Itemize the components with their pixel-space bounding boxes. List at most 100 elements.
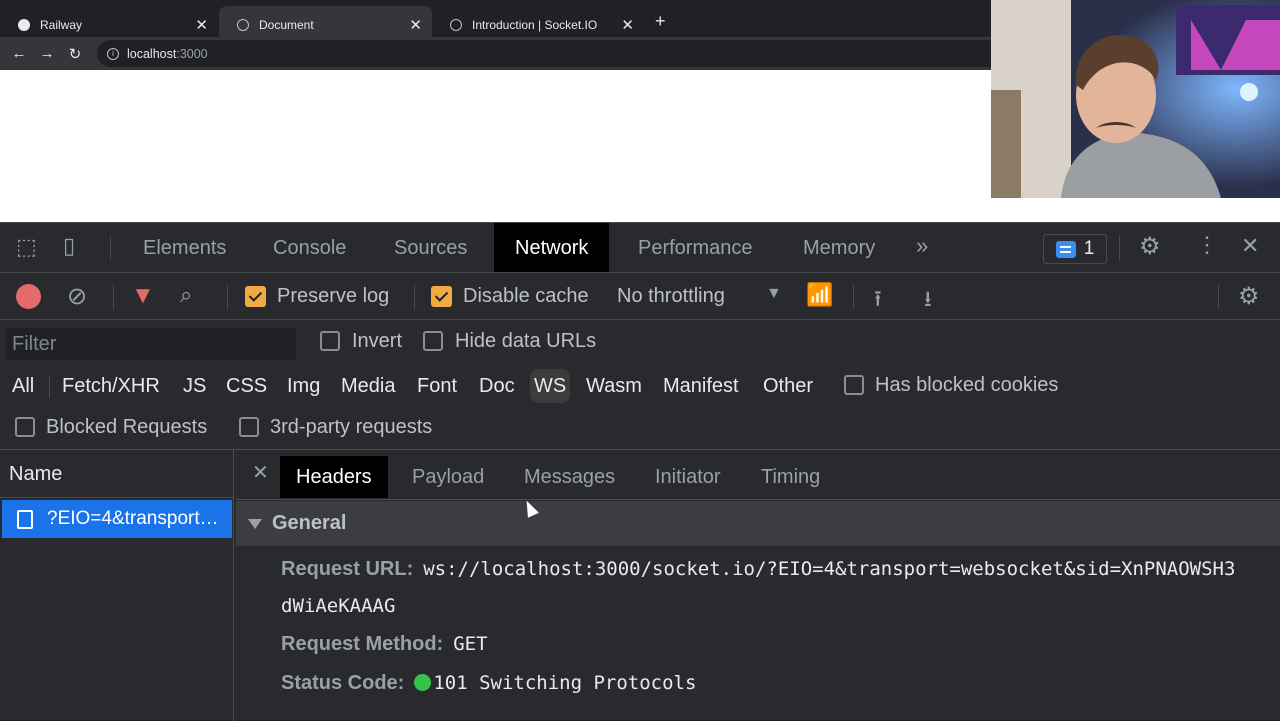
socketio-favicon-icon bbox=[450, 18, 462, 31]
more-options-icon[interactable]: ⋮ bbox=[1196, 232, 1218, 258]
device-toolbar-icon[interactable]: ▯ bbox=[63, 233, 75, 259]
type-filter-font[interactable]: Font bbox=[413, 369, 461, 403]
general-label: General bbox=[272, 512, 347, 534]
tab-memory[interactable]: Memory bbox=[782, 223, 896, 272]
chevron-down-icon[interactable]: ▼ bbox=[766, 285, 782, 303]
throttling-select[interactable]: No throttling bbox=[617, 285, 725, 308]
disable-cache-label: Disable cache bbox=[463, 285, 589, 307]
clear-icon[interactable]: ⊘ bbox=[67, 282, 87, 311]
type-filter-js[interactable]: JS bbox=[179, 369, 210, 403]
type-filter-wasm[interactable]: Wasm bbox=[582, 369, 646, 403]
browser-chrome: Railway ✕ Document ✕ Introduction | Sock… bbox=[0, 0, 991, 70]
tab-initiator[interactable]: Initiator bbox=[639, 456, 737, 498]
request-url-row: Request URL: ws://localhost:3000/socket.i… bbox=[281, 558, 1235, 581]
close-tab-icon[interactable]: ✕ bbox=[195, 16, 208, 34]
globe-icon bbox=[237, 18, 249, 31]
third-party-label: 3rd-party requests bbox=[270, 416, 433, 438]
divider bbox=[1119, 236, 1120, 260]
forward-icon[interactable]: → bbox=[33, 45, 61, 62]
request-name: ?EIO=4&transport=websocket&sid=XnPNAOWSH… bbox=[47, 508, 227, 529]
tab-console[interactable]: Console bbox=[252, 223, 367, 272]
divider bbox=[853, 285, 854, 309]
request-method-value: GET bbox=[453, 633, 488, 655]
third-party-checkbox[interactable] bbox=[239, 417, 259, 437]
type-filter-manifest[interactable]: Manifest bbox=[659, 369, 743, 403]
inspect-element-icon[interactable]: ⬚ bbox=[16, 234, 37, 260]
network-settings-gear-icon[interactable]: ⚙ bbox=[1238, 282, 1260, 311]
search-icon[interactable]: ⌕ bbox=[180, 282, 192, 308]
import-har-icon[interactable]: ⭱ bbox=[874, 282, 882, 320]
request-row[interactable]: ?EIO=4&transport=websocket&sid=XnPNAOWSH… bbox=[2, 500, 232, 538]
tab-timing[interactable]: Timing bbox=[745, 456, 836, 498]
tab-messages[interactable]: Messages bbox=[508, 456, 631, 498]
request-url-key: Request URL: bbox=[281, 558, 414, 580]
disable-cache-checkbox[interactable] bbox=[431, 286, 452, 307]
divider bbox=[113, 285, 114, 309]
close-tab-icon[interactable]: ✕ bbox=[409, 16, 422, 34]
reload-icon[interactable]: ↻ bbox=[61, 45, 89, 63]
divider bbox=[414, 285, 415, 309]
tab-headers[interactable]: Headers bbox=[280, 456, 388, 498]
close-detail-icon[interactable]: ✕ bbox=[252, 460, 269, 485]
record-icon[interactable] bbox=[16, 284, 41, 309]
type-filter-ws[interactable]: WS bbox=[530, 369, 571, 403]
preserve-log-label: Preserve log bbox=[277, 285, 390, 307]
type-filter-media[interactable]: Media bbox=[337, 369, 399, 403]
type-filter-other[interactable]: Other bbox=[759, 369, 817, 403]
status-code-row: Status Code: 101 Switching Protocols bbox=[281, 672, 696, 695]
name-column-header[interactable]: Name bbox=[0, 450, 233, 498]
railway-favicon-icon bbox=[18, 18, 30, 31]
new-tab-icon[interactable]: + bbox=[655, 11, 666, 32]
type-filter-all[interactable]: All bbox=[8, 369, 38, 403]
tab-label: Introduction | Socket.IO bbox=[472, 17, 598, 32]
has-blocked-cookies-label: Has blocked cookies bbox=[875, 374, 1059, 396]
tab-elements[interactable]: Elements bbox=[122, 223, 247, 272]
settings-gear-icon[interactable]: ⚙ bbox=[1139, 232, 1161, 261]
hide-data-urls-checkbox[interactable] bbox=[423, 331, 443, 351]
divider bbox=[227, 285, 228, 309]
triangle-down-icon bbox=[248, 518, 262, 529]
address-bar[interactable]: i localhost:3000 bbox=[97, 40, 991, 67]
type-filter-css[interactable]: CSS bbox=[222, 369, 271, 403]
close-tab-icon[interactable]: ✕ bbox=[621, 16, 634, 34]
site-info-icon[interactable]: i bbox=[107, 47, 119, 60]
issues-badge[interactable]: 1 bbox=[1043, 234, 1107, 264]
divider bbox=[1218, 285, 1219, 309]
hide-data-urls-label: Hide data URLs bbox=[455, 330, 597, 352]
request-url-continuation: dWiAeKAAAG bbox=[281, 595, 395, 618]
message-icon bbox=[1055, 240, 1076, 258]
preserve-log-checkbox[interactable] bbox=[245, 286, 266, 307]
back-icon[interactable]: ← bbox=[5, 45, 33, 62]
export-har-icon[interactable]: ⭳ bbox=[924, 282, 932, 320]
filter-icon[interactable]: ▼ bbox=[131, 282, 155, 310]
address-port: :3000 bbox=[176, 46, 208, 61]
network-toolbar: ⊘ ▼ ⌕ Preserve log Disable cache No thro… bbox=[0, 273, 1280, 320]
network-conditions-icon[interactable]: 📶 bbox=[806, 282, 833, 308]
tab-network[interactable]: Network bbox=[494, 223, 610, 272]
tab-sources[interactable]: Sources bbox=[373, 223, 488, 272]
websocket-file-icon bbox=[17, 509, 33, 529]
address-host: localhost bbox=[127, 46, 177, 61]
invert-checkbox[interactable] bbox=[320, 331, 340, 351]
request-method-row: Request Method: GET bbox=[281, 633, 488, 656]
blocked-requests-checkbox[interactable] bbox=[15, 417, 35, 437]
tab-payload[interactable]: Payload bbox=[396, 456, 500, 498]
has-blocked-cookies-checkbox[interactable] bbox=[844, 375, 864, 395]
type-filter-img[interactable]: Img bbox=[283, 369, 324, 403]
type-filter-fetch-xhr[interactable]: Fetch/XHR bbox=[58, 369, 164, 403]
general-section-header[interactable]: General bbox=[236, 501, 1280, 546]
tab-performance[interactable]: Performance bbox=[617, 223, 774, 272]
tab-label: Railway bbox=[40, 17, 83, 32]
page-content-edge bbox=[991, 198, 1280, 222]
filter-input[interactable]: Filter bbox=[6, 328, 296, 360]
page-content bbox=[0, 70, 991, 222]
more-tabs-icon[interactable]: » bbox=[916, 233, 928, 259]
type-filter-doc[interactable]: Doc bbox=[475, 369, 519, 403]
tab-label: Document bbox=[259, 17, 314, 32]
request-method-key: Request Method: bbox=[281, 633, 444, 655]
close-devtools-icon[interactable]: ✕ bbox=[1241, 233, 1259, 259]
divider bbox=[110, 236, 111, 260]
devtools-tabbar: ⬚ ▯ Elements Console Sources Network Per… bbox=[0, 223, 1280, 273]
request-list: Name ?EIO=4&transport=websocket&sid=XnPN… bbox=[0, 450, 234, 721]
invert-label: Invert bbox=[352, 330, 403, 352]
